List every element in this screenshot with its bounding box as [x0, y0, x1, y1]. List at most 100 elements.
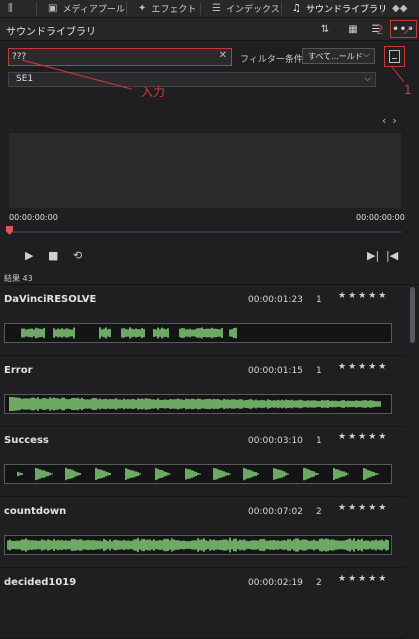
waveform-bar [273, 539, 275, 551]
waveform-bar [95, 467, 97, 481]
waveform-bar [61, 328, 63, 338]
loop-button[interactable]: ⟲ [73, 249, 82, 262]
stop-button[interactable]: ■ [48, 249, 58, 262]
waveform-bar [213, 539, 215, 551]
preview-viewer [9, 133, 401, 208]
waveform-bar [189, 469, 191, 479]
waveform-bar [345, 401, 347, 407]
waveform-bar [159, 329, 161, 337]
waveform-bar [39, 399, 41, 409]
waveform-bar [235, 538, 237, 552]
waveform-bar [313, 471, 315, 477]
waveform-bar [341, 400, 343, 408]
waveform[interactable] [4, 394, 392, 414]
waveform-bar [299, 399, 301, 409]
waveform-bar [281, 399, 283, 409]
waveform-bar [97, 540, 99, 550]
waveform-bar [353, 400, 355, 408]
waveform-bar [169, 540, 171, 550]
rating-stars[interactable]: ★★★★★ [338, 291, 388, 301]
waveform-bar [213, 398, 215, 410]
clip-row[interactable]: Success 00:00:03:10 1 ★★★★★ [0, 427, 405, 497]
waveform-bar [367, 540, 369, 550]
waveform-bar [347, 473, 349, 475]
waveform-bar [177, 540, 179, 550]
chevron-right-icon[interactable]: › [392, 114, 402, 127]
scrub-bar[interactable] [9, 231, 401, 233]
annotation-input-label: 入力 [141, 85, 166, 99]
waveform-bar [275, 468, 277, 480]
clip-channels: 1 [316, 295, 322, 305]
previous-clip-button[interactable]: |◀ [386, 249, 398, 262]
waveform-bar [53, 328, 55, 338]
waveform-bar [365, 468, 367, 480]
results-scrollbar[interactable] [410, 287, 415, 343]
waveform-bar [347, 400, 349, 408]
waveform-bar [31, 397, 33, 411]
waveform-bar [239, 399, 241, 409]
clip-row[interactable]: Error 00:00:01:15 1 ★★★★★ [0, 357, 405, 427]
waveform-bar [261, 399, 263, 409]
waveform-bar [127, 469, 129, 479]
waveform-bar [271, 400, 273, 408]
waveform-bar [199, 328, 201, 338]
waveform-bar [9, 539, 11, 551]
waveform-bar [49, 539, 51, 551]
waveform-bar [281, 470, 283, 478]
waveform-bar [215, 540, 217, 550]
waveform-bar [45, 398, 47, 410]
waveform-bar [105, 471, 107, 477]
waveform-bar [45, 471, 47, 477]
clip-row[interactable]: countdown 00:00:07:02 2 ★★★★★ [0, 498, 405, 568]
waveform-bar [245, 399, 247, 409]
waveform-bar [103, 328, 105, 338]
waveform-bar [193, 471, 195, 477]
clip-row[interactable]: DaVinciRESOLVE 00:00:01:23 1 ★★★★★ [0, 286, 405, 356]
play-button[interactable]: ▶ [25, 249, 33, 262]
waveform[interactable] [4, 464, 392, 484]
waveform-bar [73, 470, 75, 478]
rating-stars[interactable]: ★★★★★ [338, 432, 388, 442]
playhead[interactable] [6, 226, 13, 235]
waveform[interactable] [4, 323, 392, 343]
rating-stars[interactable]: ★★★★★ [338, 574, 388, 584]
waveform-bar [181, 540, 183, 550]
waveform-bar [323, 539, 325, 551]
waveform-bar [261, 539, 263, 551]
waveform-bar [375, 539, 377, 551]
waveform-bar [373, 400, 375, 408]
waveform-bar [375, 472, 377, 476]
waveform-bar [21, 399, 23, 409]
waveform-bar [303, 467, 305, 481]
rating-stars[interactable]: ★★★★★ [338, 503, 388, 513]
waveform-bar [197, 398, 199, 410]
waveform-bar [137, 329, 139, 337]
waveform-bar [253, 540, 255, 550]
waveform-bar [185, 541, 187, 549]
next-clip-button[interactable]: ▶| [367, 249, 379, 262]
waveform-bar [119, 540, 121, 550]
waveform-bar [13, 541, 15, 549]
waveform-bar [67, 399, 69, 409]
waveform-bar [217, 399, 219, 409]
waveform-bar [59, 329, 61, 337]
chevron-left-icon[interactable]: ‹ [382, 114, 392, 127]
waveform-bar [179, 399, 181, 409]
waveform[interactable] [4, 535, 392, 555]
waveform-bar [305, 468, 307, 480]
waveform-bar [215, 328, 217, 338]
waveform-bar [75, 539, 77, 551]
waveform-bar [243, 467, 245, 481]
waveform-bar [295, 538, 297, 552]
waveform-bar [113, 399, 115, 409]
waveform-bar [189, 328, 191, 338]
waveform-bar [79, 398, 81, 410]
clip-row[interactable]: decided1019 00:00:02:19 2 ★★★★★ [0, 569, 405, 639]
waveform-bar [315, 400, 317, 408]
clip-navigation[interactable]: ‹› [382, 114, 403, 127]
waveform-bar [211, 327, 213, 339]
waveform-bar [283, 540, 285, 550]
waveform-bar [341, 540, 343, 550]
waveform-bar [355, 541, 357, 549]
rating-stars[interactable]: ★★★★★ [338, 362, 388, 372]
